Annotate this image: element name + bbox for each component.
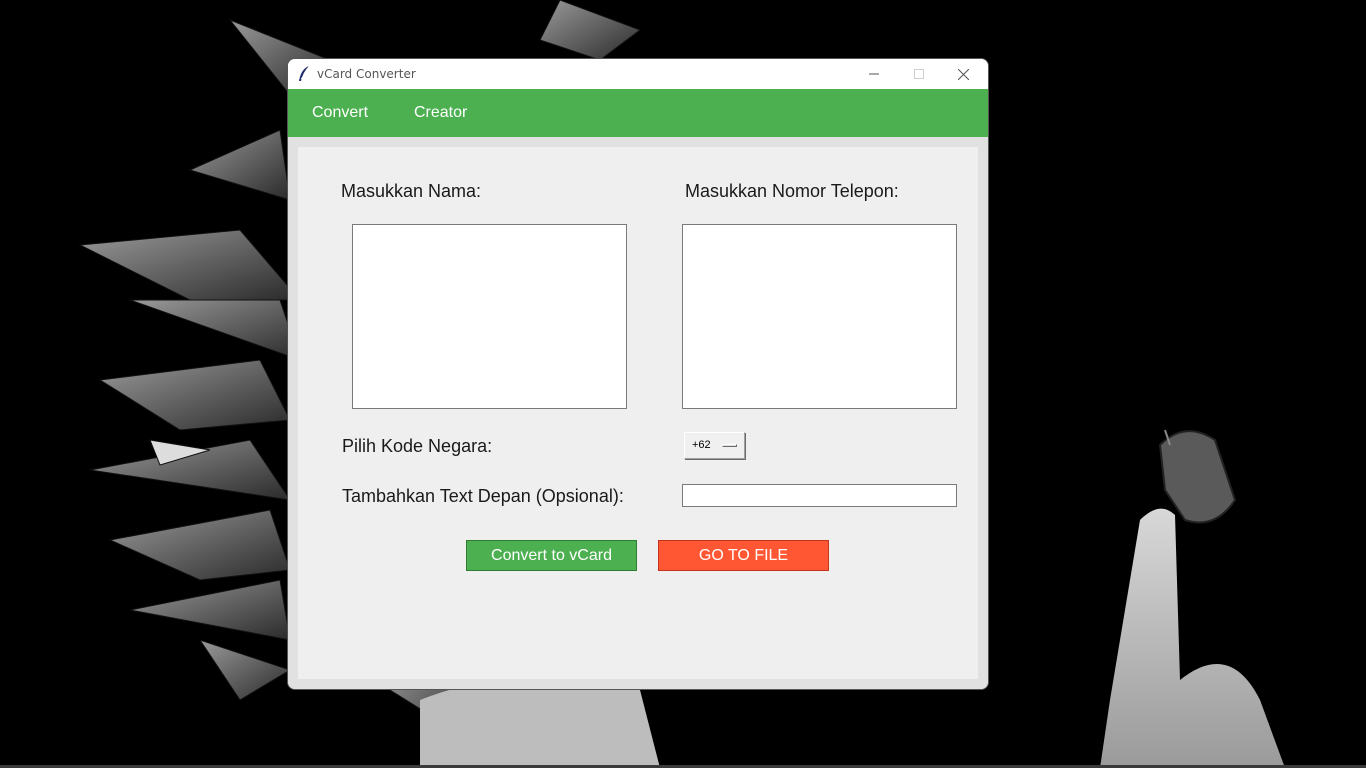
convert-to-vcard-button[interactable]: Convert to vCard: [466, 540, 637, 571]
close-button[interactable]: [941, 59, 986, 89]
desktop: vCard Converter Convert Creator Masukkan…: [0, 0, 1366, 768]
window-title: vCard Converter: [317, 67, 416, 81]
country-code-dropdown[interactable]: +62: [684, 432, 745, 459]
maximize-button[interactable]: [896, 59, 941, 89]
maximize-icon: [913, 69, 924, 79]
menu-item-convert[interactable]: Convert: [312, 104, 368, 122]
form-panel: Masukkan Nama: Masukkan Nomor Telepon: P…: [298, 147, 978, 679]
close-icon: [958, 68, 969, 80]
go-to-file-button[interactable]: GO TO FILE: [658, 540, 829, 571]
prefix-text-input[interactable]: [682, 484, 957, 507]
dropdown-indicator-icon: [722, 444, 737, 447]
prefix-text-label: Tambahkan Text Depan (Opsional):: [342, 486, 624, 506]
minimize-button[interactable]: [851, 59, 896, 89]
country-code-label: Pilih Kode Negara:: [342, 436, 493, 456]
menu-item-creator[interactable]: Creator: [414, 104, 467, 122]
country-code-value: +62: [692, 439, 711, 451]
menu-bar: Convert Creator: [288, 89, 988, 137]
app-window: vCard Converter Convert Creator Masukkan…: [288, 59, 988, 689]
title-bar[interactable]: vCard Converter: [288, 59, 988, 89]
name-label: Masukkan Nama:: [341, 181, 482, 201]
phone-label: Masukkan Nomor Telepon:: [685, 181, 899, 201]
phone-textarea[interactable]: [682, 224, 957, 409]
name-textarea[interactable]: [352, 224, 627, 409]
minimize-icon: [868, 69, 879, 79]
feather-icon: [297, 65, 311, 83]
